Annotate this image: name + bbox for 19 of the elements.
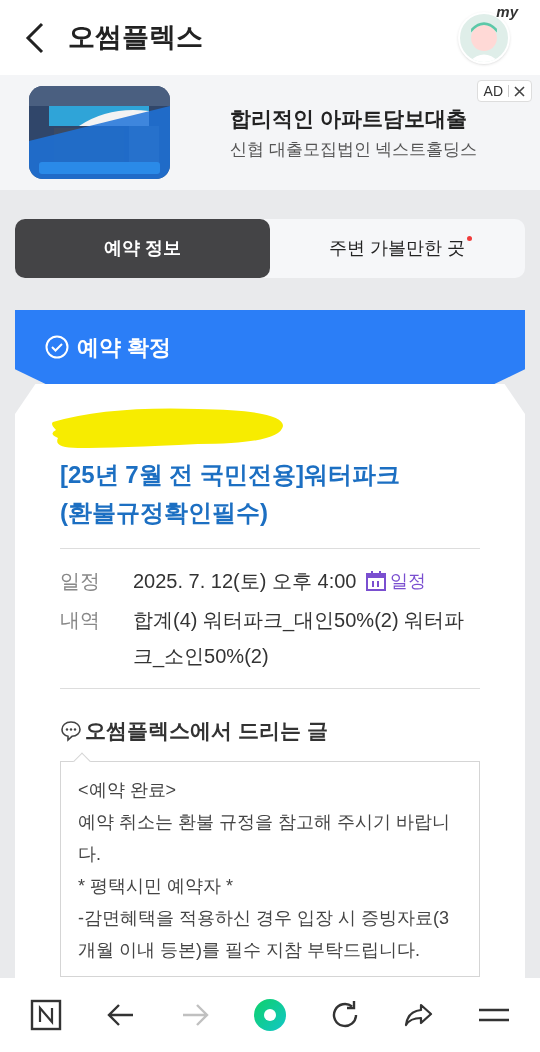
message-paragraph: -감면혜택을 적용하신 경우 입장 시 증빙자료(3개월 이내 등본)를 필수 지참 부탁드립니다. bbox=[78, 906, 450, 962]
message-paragraph: * 평택시민 예약자 * bbox=[78, 874, 234, 898]
detail-label: 내역 bbox=[60, 608, 101, 633]
ad-title[interactable]: 합리적인 아파트담보대출 bbox=[230, 103, 478, 135]
tab[interactable]: 주변 가볼만한 곳 bbox=[270, 219, 525, 278]
calendar-link[interactable]: 일정 bbox=[366, 563, 427, 599]
ad-badge[interactable]: AD bbox=[476, 80, 532, 102]
detail-value: 2025. 7. 12(토) 오후 4:00 bbox=[133, 569, 357, 594]
detail-label: 일정 bbox=[60, 569, 101, 594]
detail-value: 합계(4) 워터파크_대인50%(2) 워터파크_소인50%(2) bbox=[133, 608, 466, 670]
status-banner: 예약 확정 bbox=[15, 310, 525, 384]
message-paragraph: 예약 취소는 환불 규정을 참고해 주시기 바랍니다. bbox=[78, 810, 451, 866]
tab[interactable]: 예약 정보 bbox=[15, 219, 270, 278]
avatar-label: my bbox=[496, 3, 518, 20]
page-title: 오썸플렉스 bbox=[68, 21, 203, 55]
booking-title[interactable]: [25년 7월 전 국민전용]워터파크 (환불규정확인필수) bbox=[60, 456, 480, 532]
message-paragraph: <예약 완료> bbox=[78, 778, 178, 802]
ad-subtitle: 신협 대출모집법인 넥스트홀딩스 bbox=[230, 138, 478, 161]
message-heading: 오썸플렉스에서 드리는 글 bbox=[85, 718, 328, 744]
